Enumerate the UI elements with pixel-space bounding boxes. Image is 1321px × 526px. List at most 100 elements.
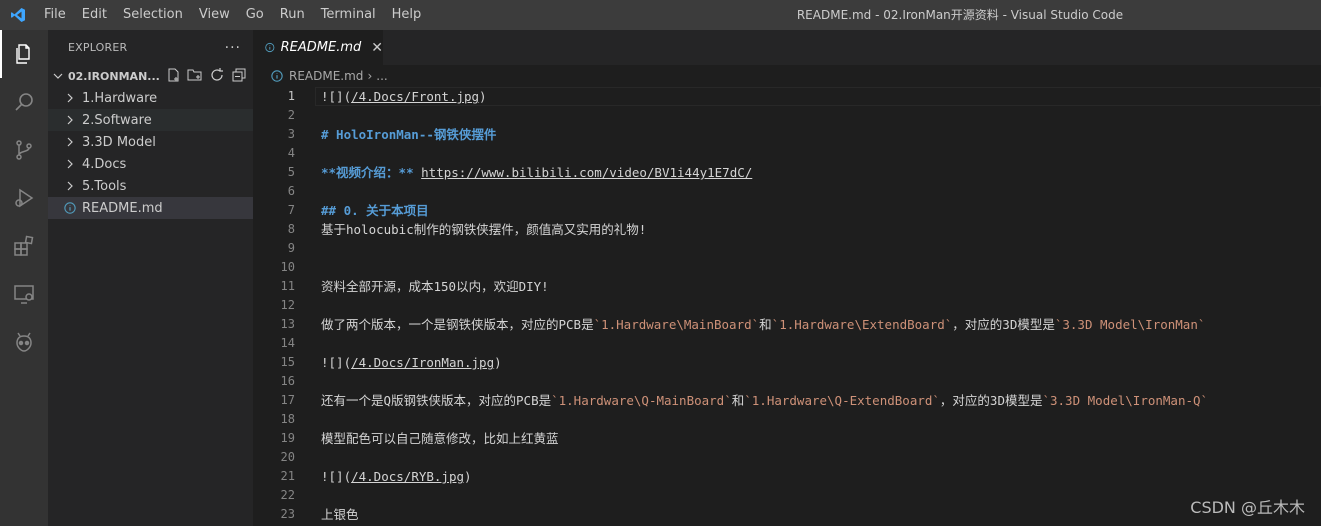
- md-code-span: `1.Hardware\Q-MainBoard`: [551, 393, 732, 408]
- menu-item-go[interactable]: Go: [238, 0, 272, 30]
- line-number: 17: [280, 393, 295, 407]
- code-line: 8 基于holocubic制作的钢铁侠摆件，颜值高又实用的礼物!: [253, 220, 1321, 239]
- more-actions-icon[interactable]: ···: [225, 40, 241, 56]
- code-line: 1 ![](/4.Docs/Front.jpg): [253, 87, 1321, 106]
- md-code-span: `1.Hardware\Q-ExtendBoard`: [744, 393, 940, 408]
- line-text: ![](/4.Docs/IronMan.jpg): [321, 353, 502, 372]
- line-number: 7: [287, 203, 295, 217]
- breadcrumb: README.md › ...: [253, 65, 1321, 87]
- window-title: README.md - 02.IronMan开源资料 - Visual Stud…: [796, 8, 1124, 22]
- tree-folder[interactable]: 2.Software: [48, 109, 253, 131]
- md-text: ![](: [321, 469, 352, 484]
- md-code-span: `3.3D Model\IronMan`: [1054, 317, 1206, 332]
- tree-folder[interactable]: 5.Tools: [48, 175, 253, 197]
- code-line: 14: [253, 334, 1321, 353]
- editor-area: README.md ✕ README.md › ... 1 ![](/4.Docs…: [253, 30, 1321, 526]
- watermark: CSDN @丘木木: [1190, 498, 1305, 517]
- tab-label: README.md: [280, 40, 362, 55]
- line-number: 22: [280, 488, 295, 502]
- line-number: 2: [287, 108, 295, 122]
- menu-item-view[interactable]: View: [191, 0, 238, 30]
- md-heading: **视频介绍：**: [321, 165, 414, 180]
- refresh-icon[interactable]: [209, 67, 225, 83]
- explorer-sidebar: EXPLORER ··· 02.IRONMAN... 1.Hardware 2.S…: [48, 30, 253, 526]
- md-url: https://www.bilibili.com/video/BV1i44y1E…: [421, 165, 753, 180]
- line-number: 8: [287, 222, 295, 236]
- tree-item-label: 5.Tools: [82, 178, 127, 194]
- line-text: ## 0. 关于本项目: [321, 201, 429, 220]
- new-folder-icon[interactable]: [187, 67, 203, 83]
- chevron-right-icon: [67, 181, 73, 191]
- folder-actions: [165, 67, 247, 83]
- menu-item-run[interactable]: Run: [272, 0, 313, 30]
- line-text: 基于holocubic制作的钢铁侠摆件，颜值高又实用的礼物!: [321, 220, 646, 239]
- explorer-title: EXPLORER: [68, 41, 128, 54]
- tree-folder[interactable]: 1.Hardware: [48, 87, 253, 109]
- tree-folder[interactable]: 4.Docs: [48, 153, 253, 175]
- md-text: 上银色: [321, 507, 359, 522]
- code-line: 6: [253, 182, 1321, 201]
- line-text: 还有一个是Q版钢铁侠版本，对应的PCB是`1.Hardware\Q-MainBo…: [321, 391, 1208, 410]
- md-text: ，对应的3D模型是: [952, 317, 1055, 332]
- md-text: 基于holocubic制作的钢铁侠摆件，颜值高又实用的礼物!: [321, 222, 647, 237]
- breadcrumb-separator: ›: [367, 69, 373, 83]
- tree-folder[interactable]: 3.3D Model: [48, 131, 253, 153]
- collapse-all-icon[interactable]: [231, 67, 247, 83]
- md-text: 还有一个是Q版钢铁侠版本，对应的PCB是: [321, 393, 552, 408]
- code-line: 11 资料全部开源，成本150以内，欢迎DIY!: [253, 277, 1321, 296]
- search-icon[interactable]: [0, 78, 48, 126]
- md-text: 资料全部开源，成本150以内，欢迎DIY!: [321, 279, 549, 294]
- platformio-alien-icon[interactable]: [0, 318, 48, 366]
- line-number: 1: [287, 89, 295, 103]
- md-url: /4.Docs/Front.jpg: [351, 89, 480, 104]
- md-code-span: `3.3D Model\IronMan-Q`: [1042, 393, 1209, 408]
- md-text: ![](: [321, 355, 352, 370]
- vscode-logo-icon: [0, 0, 36, 30]
- md-text: ![](: [321, 89, 352, 104]
- breadcrumb-file[interactable]: README.md: [289, 69, 363, 83]
- tree-item-label: 3.3D Model: [82, 134, 156, 150]
- code-editor[interactable]: 1 ![](/4.Docs/Front.jpg) 2 3 # HoloIronMan--…: [253, 87, 1321, 524]
- code-line: 2: [253, 106, 1321, 125]
- extensions-icon[interactable]: [0, 222, 48, 270]
- line-number: 20: [280, 450, 295, 464]
- code-line: 20: [253, 448, 1321, 467]
- menu-item-terminal[interactable]: Terminal: [313, 0, 384, 30]
- new-file-icon[interactable]: [165, 67, 181, 83]
- tree-file[interactable]: README.md: [48, 197, 253, 219]
- md-heading: # HoloIronMan--钢铁侠摆件: [321, 127, 497, 142]
- menu-item-selection[interactable]: Selection: [115, 0, 191, 30]
- line-number: 18: [280, 412, 295, 426]
- explorer-icon[interactable]: [0, 30, 48, 78]
- remote-explorer-icon[interactable]: [0, 270, 48, 318]
- chevron-right-icon: [67, 159, 73, 169]
- line-number: 14: [280, 336, 295, 350]
- tab-readme[interactable]: README.md ✕: [253, 30, 383, 65]
- code-line: 22: [253, 486, 1321, 505]
- code-line: 3 # HoloIronMan--钢铁侠摆件: [253, 125, 1321, 144]
- md-heading: ## 0. 关于本项目: [321, 203, 429, 218]
- md-text: ): [494, 355, 502, 370]
- line-number: 11: [280, 279, 295, 293]
- line-text: 资料全部开源，成本150以内，欢迎DIY!: [321, 277, 549, 296]
- close-icon[interactable]: ✕: [371, 40, 383, 56]
- workspace-folder-name: 02.IRONMAN...: [68, 69, 160, 83]
- line-number: 16: [280, 374, 295, 388]
- line-number: 6: [287, 184, 295, 198]
- tree-item-label: 1.Hardware: [82, 90, 158, 106]
- chevron-right-icon: [67, 93, 73, 103]
- sidebar-header: EXPLORER ···: [48, 30, 253, 65]
- source-control-icon[interactable]: [0, 126, 48, 174]
- tree-item-label: 2.Software: [82, 112, 152, 128]
- code-line: 23 上银色: [253, 505, 1321, 524]
- run-debug-icon[interactable]: [0, 174, 48, 222]
- line-text: 模型配色可以自己随意修改，比如上红黄蓝: [321, 429, 559, 448]
- info-icon: [265, 42, 275, 53]
- workspace-folder-header[interactable]: 02.IRONMAN...: [48, 65, 253, 87]
- breadcrumb-more[interactable]: ...: [376, 69, 387, 83]
- md-text: 和: [731, 393, 745, 408]
- menu-item-edit[interactable]: Edit: [74, 0, 115, 30]
- menu-item-file[interactable]: File: [36, 0, 74, 30]
- menu-item-help[interactable]: Help: [384, 0, 430, 30]
- line-number: 21: [280, 469, 295, 483]
